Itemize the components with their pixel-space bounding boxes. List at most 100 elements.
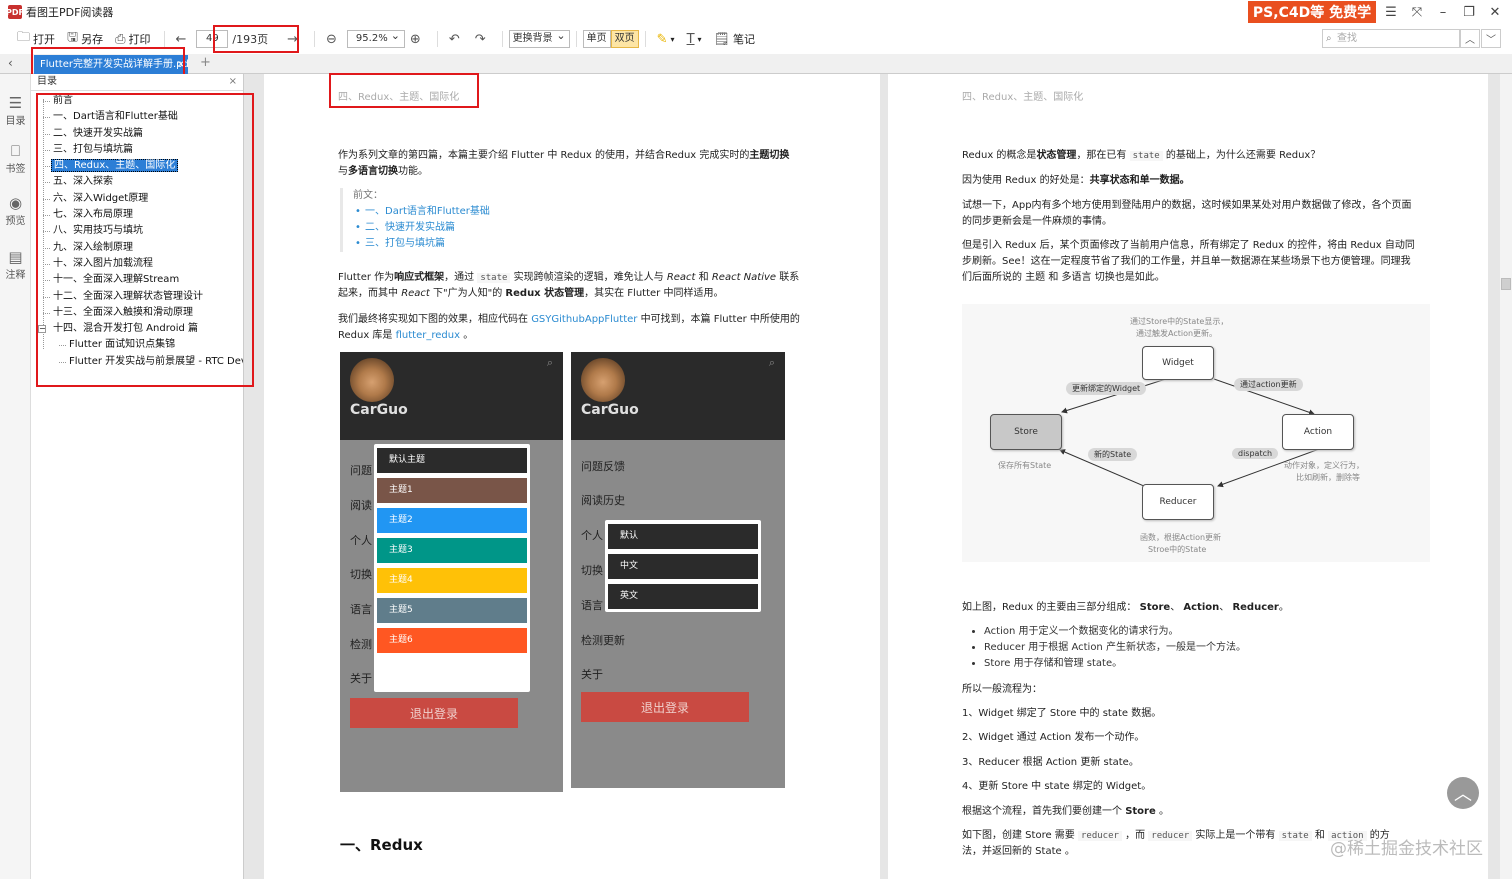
- toc-item[interactable]: 二、快速开发实战篇: [31, 126, 243, 142]
- node-widget: Widget: [1142, 346, 1214, 380]
- title-bar: PDF 看图王PDF阅读器 PS,C4D等 免费学 ☰ ⤧ – ❐ ✕: [0, 0, 1512, 24]
- step: 4、更新 Store 中 state 绑定的 Widget。: [962, 781, 1152, 792]
- toc-item[interactable]: 九、深入绘制原理: [31, 240, 243, 256]
- search-prev-button[interactable]: ︿: [1460, 29, 1480, 48]
- toc-item[interactable]: 六、深入Widget原理: [31, 191, 243, 207]
- zoom-in-icon: ⊕: [409, 31, 421, 47]
- toc-item[interactable]: Flutter 开发实战与前景展望 - RTC Dev M: [31, 354, 243, 370]
- vertical-scrollbar[interactable]: [1500, 74, 1512, 879]
- toc-item[interactable]: 一、Dart语言和Flutter基础: [31, 109, 243, 125]
- zoom-out-button[interactable]: ⊖: [321, 28, 345, 50]
- search-input[interactable]: ⌕ 查找: [1322, 29, 1460, 48]
- language-option: 中文: [608, 554, 758, 579]
- minimize-icon[interactable]: –: [1434, 3, 1452, 21]
- highlight-button[interactable]: ✎ ▾: [652, 28, 680, 50]
- chevron-up-icon: ︿: [1454, 784, 1472, 805]
- search-icon: ⌕: [1326, 33, 1332, 44]
- theme-option: 主题5: [377, 598, 527, 623]
- chevron-down-icon: ﹀: [1486, 35, 1496, 46]
- chevron-down-icon: ▾: [697, 34, 702, 44]
- zoom-select[interactable]: 95.2%: [346, 28, 405, 48]
- new-tab-icon[interactable]: +: [200, 55, 211, 70]
- toc-item[interactable]: − 十四、混合开发打包 Android 篇: [31, 321, 243, 337]
- running-head: 四、Redux、主题、国际化: [338, 92, 460, 103]
- save-as-button[interactable]: 🖫 另存: [62, 28, 108, 50]
- paragraph: 所以一般流程为：: [962, 684, 1042, 695]
- sidebar-item-annotations[interactable]: ▤ 注释: [0, 248, 31, 281]
- printer-icon: ⎙: [115, 31, 126, 47]
- highlighter-icon: ✎: [656, 31, 668, 47]
- menu-icon[interactable]: ☰: [1382, 3, 1400, 21]
- save-icon: 🖫: [67, 30, 79, 45]
- toc-item[interactable]: 八、实用技巧与填坑: [31, 223, 243, 239]
- redux-flow-diagram: 通过Store中的State显示， 通过触发Action更新。 Widget S…: [962, 304, 1430, 562]
- text-button[interactable]: T ▾: [682, 28, 707, 50]
- step: 1、Widget 绑定了 Store 中的 state 数据。: [962, 708, 1162, 719]
- step: 2、Widget 通过 Action 发布一个动作。: [962, 732, 1145, 743]
- page-number-input[interactable]: 49: [196, 30, 229, 48]
- rotate-left-button[interactable]: ↶: [444, 28, 468, 50]
- sidebar-item-toc[interactable]: ☰ 目录: [0, 94, 31, 127]
- toc-item[interactable]: 十二、全面深入理解状态管理设计: [31, 289, 243, 305]
- toc-item[interactable]: 五、深入探索: [31, 174, 243, 190]
- notes-button[interactable]: 🗒 笔记: [709, 28, 761, 50]
- tab-close-icon[interactable]: ×: [177, 55, 185, 74]
- paragraph: 作为系列文章的第四篇，本篇主要介绍 Flutter 中 Redux 的使用，并结…: [338, 150, 790, 177]
- side-panel-bar: ☰ 目录 ⎕ 书签 ◉ 预览 ▤ 注释: [0, 74, 31, 879]
- theme-option: 主题2: [377, 508, 527, 533]
- prev-articles-quote: 前文： 一、Dart语言和Flutter基础 二、快速开发实战篇 三、打包与填坑…: [340, 188, 800, 252]
- scroll-thumb[interactable]: [1501, 278, 1511, 290]
- link[interactable]: flutter_redux: [396, 330, 460, 341]
- collapse-panel-icon[interactable]: ‹: [8, 56, 13, 70]
- link[interactable]: 三、打包与填坑篇: [353, 236, 800, 252]
- bookmark-icon: ⎕: [10, 142, 20, 160]
- toc-item-selected[interactable]: 四、Redux、主题、国际化: [31, 158, 243, 174]
- chevron-up-icon: ︿: [1465, 35, 1475, 46]
- promo-banner[interactable]: PS,C4D等 免费学: [1248, 1, 1376, 23]
- theme-dialog: 默认主题 主题1 主题2 主题3 主题4 主题5 主题6: [374, 444, 530, 692]
- toc-item[interactable]: 前言: [31, 93, 243, 109]
- toc-item[interactable]: Flutter 面试知识点集锦: [31, 337, 243, 353]
- comment-icon: ▤: [8, 248, 23, 266]
- label-bubble: 新的State: [1088, 448, 1138, 461]
- toc-item[interactable]: 十一、全面深入理解Stream: [31, 272, 243, 288]
- app-logo-icon: PDF: [6, 5, 24, 19]
- toc-item[interactable]: 十三、全面深入触摸和滑动原理: [31, 305, 243, 321]
- single-page-button[interactable]: 单页: [582, 30, 611, 48]
- sidebar-item-bookmarks[interactable]: ⎕ 书签: [0, 142, 31, 175]
- paragraph: 根据这个流程，首先我们要创建一个 Store 。: [962, 806, 1169, 817]
- toc-item[interactable]: 十、深入图片加载流程: [31, 256, 243, 272]
- main-toolbar: 🗀打开 🖫另存 ⎙打印 ← 49 /193页 → ⊖ 95.2% ⊕ ↶ ↷ 更…: [0, 24, 1512, 54]
- link[interactable]: GSYGithubAppFlutter: [531, 314, 637, 325]
- arrow-right-icon: →: [287, 31, 299, 47]
- app-title: 看图王PDF阅读器: [26, 6, 114, 19]
- pdf-page-right: 四、Redux、主题、国际化 Redux 的概念是状态管理，那在已有 state…: [888, 74, 1488, 879]
- toc-item[interactable]: 七、深入布局原理: [31, 207, 243, 223]
- theme-option: 主题6: [377, 628, 527, 653]
- chevron-down-icon: ▾: [670, 34, 675, 44]
- toc-close-icon[interactable]: ×: [229, 74, 237, 90]
- zoom-in-button[interactable]: ⊕: [405, 28, 429, 50]
- back-to-top-button[interactable]: ︿: [1447, 777, 1479, 809]
- search-next-button[interactable]: ﹀: [1481, 29, 1501, 48]
- prev-page-button[interactable]: ←: [171, 28, 195, 50]
- background-select[interactable]: 更换背景: [508, 28, 570, 48]
- toc-item[interactable]: 三、打包与填坑篇: [31, 142, 243, 158]
- fullscreen-icon[interactable]: ⤧: [1408, 3, 1426, 21]
- restore-icon[interactable]: ❐: [1460, 3, 1478, 21]
- double-page-button[interactable]: 双页: [610, 30, 639, 48]
- eye-icon: ◉: [8, 194, 23, 212]
- search-icon: ⌕: [768, 356, 775, 369]
- rotate-right-button[interactable]: ↷: [470, 28, 494, 50]
- link[interactable]: 二、快速开发实战篇: [353, 220, 800, 236]
- link[interactable]: 一、Dart语言和Flutter基础: [353, 204, 800, 220]
- note-icon: 🗒: [713, 31, 731, 47]
- close-window-icon[interactable]: ✕: [1486, 3, 1504, 21]
- collapse-icon[interactable]: −: [38, 325, 46, 334]
- toc-list: 前言 一、Dart语言和Flutter基础 二、快速开发实战篇 三、打包与填坑篇…: [31, 91, 243, 370]
- sidebar-item-preview[interactable]: ◉ 预览: [0, 194, 31, 227]
- tab-document[interactable]: Flutter完整开发实战详解手册.pdf ×: [34, 55, 188, 74]
- next-page-button[interactable]: →: [282, 28, 306, 50]
- open-button[interactable]: 🗀 打开: [12, 28, 60, 50]
- print-button[interactable]: ⎙ 打印: [110, 28, 155, 50]
